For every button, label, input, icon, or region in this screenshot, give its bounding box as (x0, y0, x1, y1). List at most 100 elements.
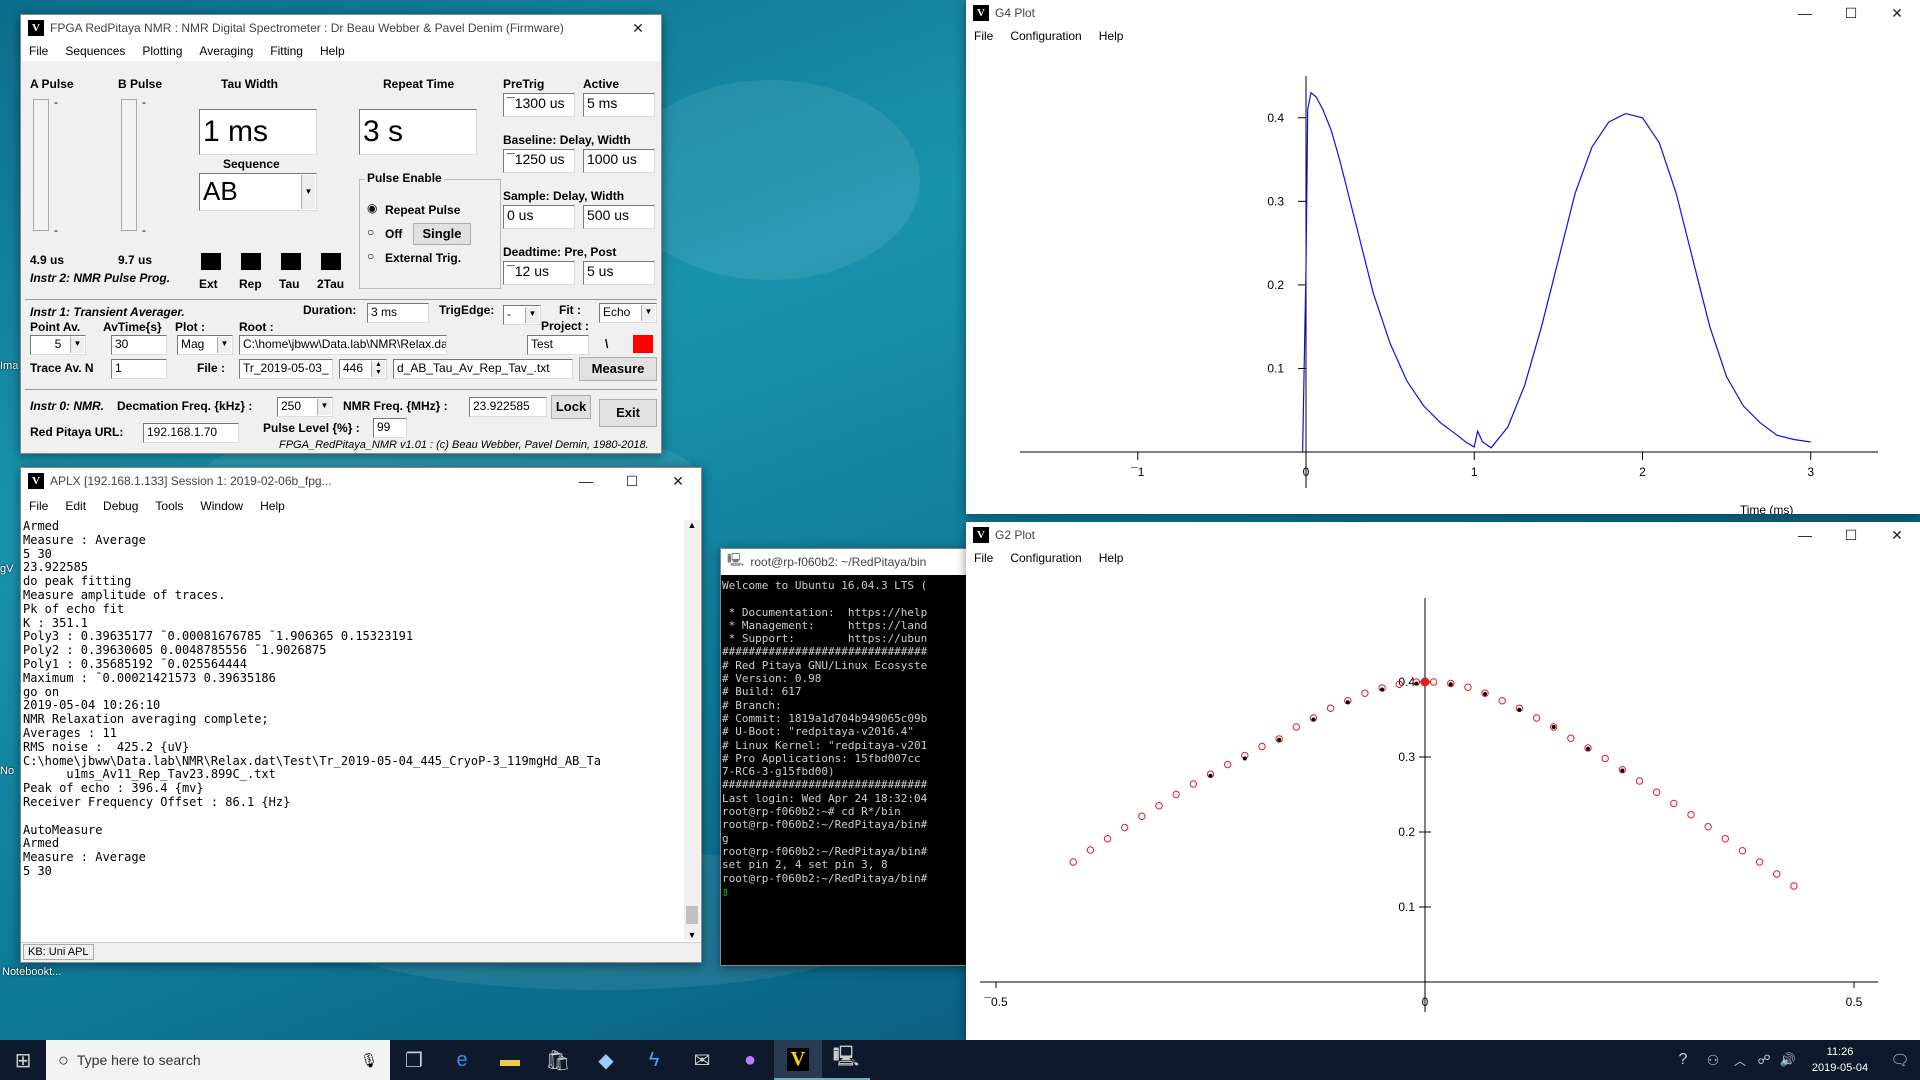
external-trig-label[interactable]: External Trig. (385, 251, 461, 265)
menu-item[interactable]: Configuration (1002, 29, 1090, 43)
sample-delay-input[interactable]: 0 us (503, 205, 575, 229)
menu-item[interactable]: Plotting (134, 44, 191, 58)
mail-icon[interactable]: ✉ (678, 1040, 726, 1080)
paint-icon[interactable]: ● (726, 1040, 774, 1080)
menu-item[interactable]: File (21, 44, 57, 58)
file-number-stepper[interactable]: 446 ▲ ▼ (339, 359, 387, 379)
desktop-icon[interactable]: Ima (0, 360, 18, 372)
menu-item[interactable]: Tools (147, 499, 192, 513)
baseline-width-input[interactable]: 1000 us (583, 149, 655, 173)
menu-item[interactable]: Window (192, 499, 252, 513)
task-view-icon[interactable]: ❐ (390, 1040, 438, 1080)
putty-taskbar-icon[interactable]: 🖳 (822, 1040, 870, 1080)
menu-item[interactable]: File (966, 551, 1002, 565)
nmr-titlebar[interactable]: V FPGA RedPitaya NMR : NMR Digital Spect… (21, 15, 661, 41)
file-explorer-icon[interactable]: ▬ (486, 1040, 534, 1080)
off-label[interactable]: Off (385, 227, 402, 241)
a-pulse-slider[interactable] (33, 99, 49, 231)
root-input[interactable]: C:\home\jbww\Data.lab\NMR\Relax.dat\ (239, 335, 447, 355)
duration-input[interactable]: 3 ms (367, 303, 429, 323)
maximize-icon[interactable]: ☐ (609, 473, 655, 490)
menu-item[interactable]: File (21, 499, 57, 513)
url-input[interactable]: 192.168.1.70 (143, 423, 239, 443)
repeat-time-input[interactable]: 3 s (359, 109, 477, 155)
menu-item[interactable]: Help (1091, 29, 1133, 43)
maximize-icon[interactable]: ☐ (1828, 5, 1874, 22)
radio-off-icon[interactable]: ○ (367, 225, 374, 239)
baseline-delay-input[interactable]: ¯1250 us (503, 149, 575, 173)
close-icon[interactable]: ✕ (655, 473, 701, 490)
people-icon[interactable]: ⚇ (1698, 1040, 1728, 1080)
desktop-icon[interactable]: Notebookt... (2, 966, 61, 978)
chevron-up-icon[interactable]: ︿ (1728, 1040, 1752, 1080)
aplx-titlebar[interactable]: V APLX [192.168.1.133] Session 1: 2019-0… (21, 468, 701, 494)
store-icon[interactable]: 🛍 (534, 1040, 582, 1080)
deadtime-post-input[interactable]: 5 us (583, 261, 655, 285)
menu-item[interactable]: Fitting (262, 44, 312, 58)
menu-item[interactable]: Edit (57, 499, 95, 513)
pretrig-input[interactable]: ¯1300 us (503, 93, 575, 117)
pulse-level-input[interactable]: 99 (373, 418, 407, 438)
terminal-titlebar[interactable]: 🖳 root@rp-f060b2: ~/RedPitaya/bin (721, 549, 967, 575)
scrollbar[interactable]: ▲ ▼ (684, 520, 700, 940)
tau-width-input[interactable]: 1 ms (199, 109, 317, 155)
project-input[interactable]: Test (527, 335, 589, 355)
dropbox-icon[interactable]: ◆ (582, 1040, 630, 1080)
repeat-pulse-label[interactable]: Repeat Pulse (385, 203, 460, 217)
b-pulse-slider[interactable] (121, 99, 137, 231)
maximize-icon[interactable]: ☐ (1828, 527, 1874, 544)
trace-av-input[interactable]: 1 (111, 359, 167, 379)
radio-on-icon[interactable]: ◉ (367, 201, 377, 215)
volume-icon[interactable]: 🔊 (1776, 1040, 1800, 1080)
decimation-select[interactable]: 250 ▼ (277, 397, 333, 417)
point-av-select[interactable]: 5 ▼ (30, 335, 86, 355)
notification-icon[interactable]: 🗨 (1880, 1040, 1920, 1080)
network-icon[interactable]: ☍ (1752, 1040, 1776, 1080)
menu-item[interactable]: Debug (95, 499, 147, 513)
windows-start-icon[interactable]: ⊞ (0, 1040, 46, 1080)
lightning-icon[interactable]: ϟ (630, 1040, 678, 1080)
deadtime-pre-input[interactable]: ¯12 us (503, 261, 575, 285)
avtime-input[interactable]: 30 (111, 335, 167, 355)
nmr-freq-input[interactable]: 23.922585 (469, 397, 547, 417)
minimize-icon[interactable]: — (563, 473, 609, 489)
sequence-select[interactable]: AB ▼ (199, 173, 317, 211)
plot-select[interactable]: Mag ▼ (177, 335, 233, 355)
minimize-icon[interactable]: — (1782, 527, 1828, 543)
menu-item[interactable]: Help (1091, 551, 1133, 565)
minimize-icon[interactable]: — (1782, 5, 1828, 21)
terminal-output[interactable]: Welcome to Ubuntu 16.04.3 LTS ( * Docume… (722, 579, 967, 965)
desktop-icon[interactable]: gV (0, 563, 13, 575)
single-button[interactable]: Single (413, 223, 471, 245)
active-input[interactable]: 5 ms (583, 93, 655, 117)
search-box[interactable]: ○ Type here to search 🎙 (46, 1040, 390, 1080)
close-icon[interactable]: ✕ (1874, 527, 1920, 544)
exit-button[interactable]: Exit (599, 399, 657, 427)
clock[interactable]: 11:26 2019-05-04 (1800, 1044, 1880, 1076)
menu-item[interactable]: File (966, 29, 1002, 43)
file-prefix-input[interactable]: Tr_2019-05-03_ (239, 359, 333, 379)
menu-item[interactable]: Configuration (1002, 551, 1090, 565)
measure-button[interactable]: Measure (579, 357, 657, 381)
close-icon[interactable]: ✕ (1874, 5, 1920, 22)
edge-icon[interactable]: e (438, 1040, 486, 1080)
help-icon[interactable]: ? (1668, 1040, 1698, 1080)
file-suffix-input[interactable]: d_AB_Tau_Av_Rep_Tav_.txt (393, 359, 573, 379)
close-icon[interactable]: ✕ (615, 20, 661, 37)
sample-width-input[interactable]: 500 us (583, 205, 655, 229)
g4-titlebar[interactable]: V G4 Plot — ☐ ✕ (966, 0, 1920, 26)
lock-button[interactable]: Lock (551, 395, 591, 419)
microphone-icon[interactable]: 🎙 (360, 1052, 378, 1069)
menu-item[interactable]: Help (252, 499, 294, 513)
fit-select[interactable]: Echo ▼ (599, 303, 657, 323)
radio-off-icon[interactable]: ○ (367, 249, 374, 263)
g2-titlebar[interactable]: V G2 Plot — ☐ ✕ (966, 522, 1920, 548)
session-output[interactable]: Armed Measure : Average 5 30 23.922585 d… (22, 520, 682, 940)
menu-item[interactable]: Averaging (191, 44, 262, 58)
menu-item[interactable]: Sequences (57, 44, 134, 58)
trigedge-select[interactable]: - ▼ (503, 305, 541, 325)
menu-item[interactable]: Help (312, 44, 354, 58)
stepper-arrows-icon[interactable]: ▲ ▼ (371, 361, 385, 377)
desktop-icon[interactable]: No (0, 765, 14, 777)
apl-v-taskbar-icon[interactable]: V (774, 1040, 822, 1080)
